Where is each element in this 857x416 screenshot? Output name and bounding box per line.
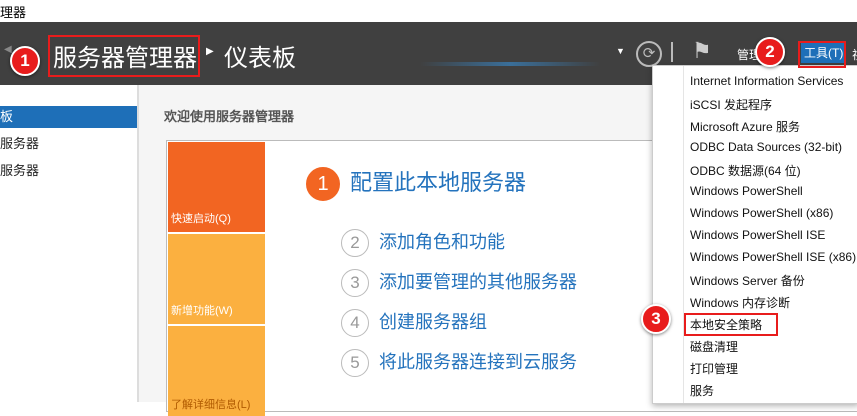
page-title: 仪表板 [224, 45, 296, 72]
step-number: 1 [306, 167, 340, 202]
step-number: 4 [341, 309, 369, 338]
step-create-group[interactable]: 4 创建服务器组 [341, 308, 487, 338]
title-bar: 理器 [0, 0, 857, 22]
step-connect-cloud[interactable]: 5 将此服务器连接到云服务 [341, 348, 577, 378]
highlight-box-security-policy [684, 313, 778, 336]
step-number: 3 [341, 269, 369, 298]
sidebar-item-all-servers[interactable]: 服务器 [0, 160, 137, 182]
progress-indicator [420, 62, 600, 66]
step-label: 将此服务器连接到云服务 [379, 352, 577, 372]
menu-item[interactable]: Internet Information Services [690, 74, 843, 88]
menu-item[interactable]: iSCSI 发起程序 [690, 96, 772, 113]
menu-item[interactable]: Windows PowerShell ISE [690, 228, 825, 242]
menu-item[interactable]: Windows PowerShell [690, 184, 803, 198]
tile-label: 快速启动(Q) [171, 213, 231, 225]
tile-label: 了解详细信息(L) [171, 399, 251, 411]
highlight-box-app [48, 35, 200, 77]
dropdown-icon[interactable]: ▼ [616, 46, 625, 56]
divider [671, 42, 673, 62]
menu-item[interactable]: Windows 内存诊断 [690, 294, 790, 311]
step-number: 2 [341, 229, 369, 258]
step-add-servers[interactable]: 3 添加要管理的其他服务器 [341, 268, 577, 298]
tile-learn-more[interactable]: 了解详细信息(L) [168, 326, 265, 416]
step-configure-local-server[interactable]: 1 配置此本地服务器 [306, 165, 527, 202]
step-add-roles[interactable]: 2 添加角色和功能 [341, 228, 505, 258]
step-badge-3: 3 [641, 304, 671, 334]
step-label: 添加要管理的其他服务器 [379, 272, 577, 292]
step-number: 5 [341, 349, 369, 378]
step-badge-2: 2 [755, 37, 785, 67]
window-title: 理器 [0, 5, 27, 20]
menu-item[interactable]: ODBC Data Sources (32-bit) [690, 140, 842, 154]
tile-whats-new[interactable]: 新增功能(W) [168, 234, 265, 324]
menu-item[interactable]: Windows PowerShell (x86) [690, 206, 833, 220]
step-label: 配置此本地服务器 [350, 170, 527, 195]
menu-item[interactable]: Windows Server 备份 [690, 272, 805, 289]
tile-label: 新增功能(W) [171, 305, 233, 317]
sidebar: 板 服务器 服务器 [0, 85, 139, 402]
menu-gutter [683, 66, 684, 403]
menu-item[interactable]: 服务 [690, 382, 714, 399]
menu-item[interactable]: 磁盘清理 [690, 338, 738, 355]
flag-icon[interactable]: ⚑ [692, 38, 712, 64]
back-arrow-icon[interactable]: ◀ [4, 44, 12, 55]
refresh-icon[interactable]: ⟳ [636, 41, 662, 67]
menu-item[interactable]: 打印管理 [690, 360, 738, 377]
menu-item[interactable]: Windows PowerShell ISE (x86) [690, 250, 856, 264]
sidebar-item-local-server[interactable]: 服务器 [0, 133, 137, 155]
tile-quick-start[interactable]: 快速启动(Q) [168, 142, 265, 232]
menu-item[interactable]: Microsoft Azure 服务 [690, 118, 800, 135]
sidebar-item-dashboard[interactable]: 板 [0, 106, 137, 128]
welcome-heading: 欢迎使用服务器管理器 [164, 109, 295, 124]
step-label: 创建服务器组 [379, 312, 487, 332]
step-badge-1: 1 [10, 46, 40, 76]
step-label: 添加角色和功能 [379, 232, 505, 252]
tools-dropdown-menu: Internet Information Services iSCSI 发起程序… [652, 65, 857, 404]
view-menu[interactable]: 视 [852, 46, 857, 63]
breadcrumb-separator-icon: ▶ [206, 46, 214, 57]
menu-item[interactable]: ODBC 数据源(64 位) [690, 162, 801, 179]
highlight-box-tools [798, 41, 846, 68]
